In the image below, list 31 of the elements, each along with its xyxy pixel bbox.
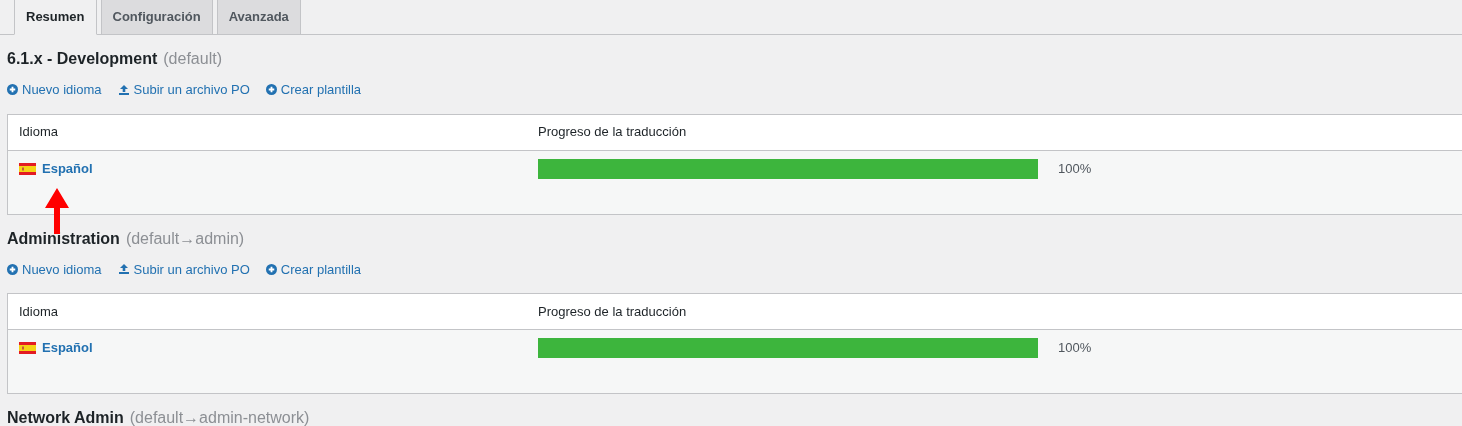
add-icon	[7, 84, 18, 96]
section-subtitle: (default)	[163, 49, 222, 69]
tab[interactable]: Configuración	[100, 0, 213, 34]
column-header: Idioma	[18, 123, 60, 142]
add-icon	[265, 84, 277, 96]
tab[interactable]: Avanzada	[216, 0, 301, 34]
upload-icon	[117, 83, 130, 96]
column-header: Idioma	[18, 302, 60, 321]
section-title: Network Admin	[7, 408, 124, 426]
language-link[interactable]: Español	[42, 158, 93, 179]
column-header: Progreso de la traducción	[538, 123, 687, 142]
section-title: Administration	[7, 228, 120, 249]
action-link[interactable]: Subir un archivo PO	[117, 259, 250, 279]
column-header: Progreso de la traducción	[538, 302, 687, 321]
section-subtitle: (default→admin)	[125, 228, 245, 249]
action-link[interactable]: Crear plantilla	[265, 80, 362, 100]
tab[interactable]: Resumen	[14, 0, 97, 35]
action-link[interactable]: Nuevo idioma	[7, 259, 102, 279]
section-title: 6.1.x - Development	[7, 49, 158, 69]
add-icon	[265, 263, 277, 275]
language-link[interactable]: Español	[42, 338, 93, 358]
spain-flag-icon	[19, 342, 36, 354]
progress-percent: 100%	[1058, 159, 1092, 178]
action-link[interactable]: Nuevo idioma	[7, 80, 102, 100]
spain-flag-icon	[19, 162, 36, 175]
add-icon	[7, 263, 18, 275]
progress-percent: 100%	[1058, 339, 1092, 358]
action-link[interactable]: Crear plantilla	[265, 259, 362, 279]
action-link[interactable]: Subir un archivo PO	[117, 80, 250, 100]
section-subtitle: (default→admin-network)	[129, 408, 310, 426]
upload-icon	[117, 263, 130, 276]
